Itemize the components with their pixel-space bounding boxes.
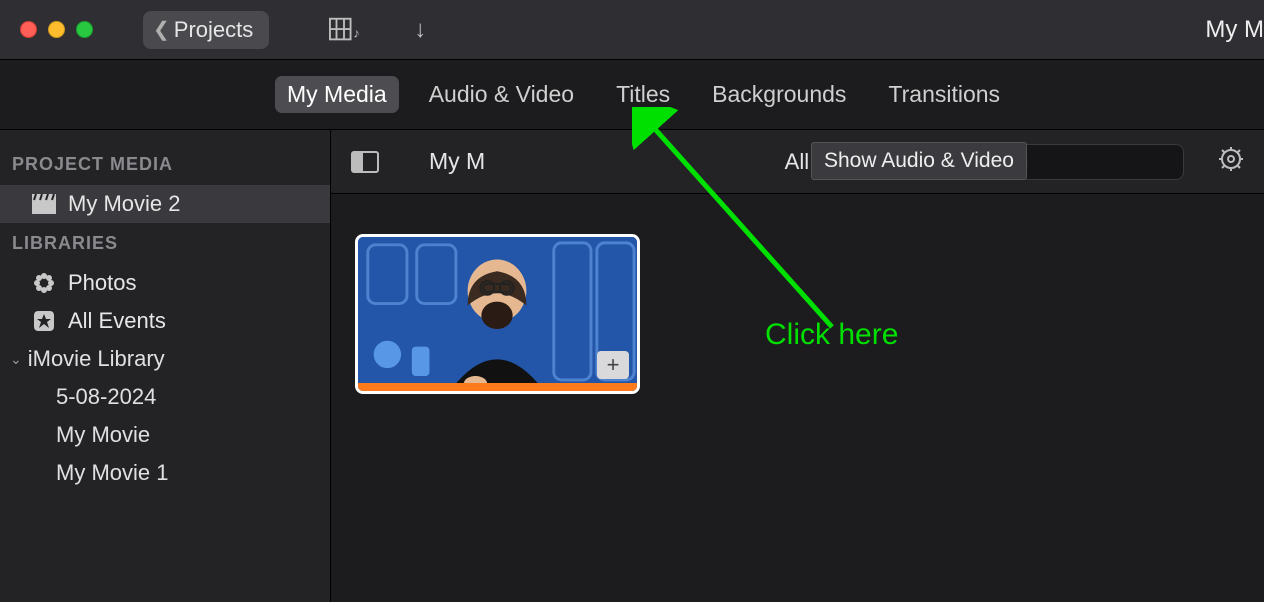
sidebar-item-all-events[interactable]: All Events	[0, 302, 330, 340]
tab-titles[interactable]: Titles	[604, 76, 682, 113]
annotation-label: Click here	[765, 318, 898, 352]
clapperboard-icon	[32, 194, 56, 214]
media-import-icon[interactable]: ♪	[329, 17, 359, 43]
sidebar-project-item[interactable]: My Movie 2	[0, 185, 330, 223]
close-window-icon[interactable]	[20, 21, 37, 38]
tab-my-media[interactable]: My Media	[275, 76, 399, 113]
projects-back-button[interactable]: ❮ Projects	[143, 11, 269, 49]
tab-audio-video[interactable]: Audio & Video	[417, 76, 586, 113]
zoom-window-icon[interactable]	[76, 21, 93, 38]
sidebar-item-label: Photos	[68, 270, 137, 296]
add-clip-button[interactable]: +	[597, 351, 629, 379]
library-tabbar: My Media Audio & Video Titles Background…	[0, 60, 1264, 130]
gear-icon[interactable]	[1218, 146, 1244, 177]
window-titlebar: ❮ Projects ♪ ↓ My M	[0, 0, 1264, 60]
breadcrumb[interactable]: My M	[429, 148, 485, 175]
sidebar-toggle-icon[interactable]	[351, 151, 379, 173]
chevron-left-icon: ❮	[153, 17, 170, 42]
svg-text:♪: ♪	[354, 25, 360, 40]
clip-preview-image	[358, 237, 637, 394]
sidebar-event-item[interactable]: My Movie	[0, 416, 330, 454]
clip-grid: +	[331, 194, 1264, 602]
clip-used-indicator	[358, 383, 637, 391]
chevron-down-icon: ⌄	[10, 351, 22, 368]
sidebar-section-libraries: LIBRARIES	[0, 223, 330, 264]
sidebar-item-photos[interactable]: Photos	[0, 264, 330, 302]
media-toolbar: My M Show Audio & Video All Clips ▲▼	[331, 130, 1264, 194]
tab-backgrounds[interactable]: Backgrounds	[700, 76, 858, 113]
sidebar-item-label: My Movie 2	[68, 191, 180, 217]
window-controls	[20, 21, 93, 38]
star-icon	[32, 310, 56, 332]
minimize-window-icon[interactable]	[48, 21, 65, 38]
sidebar-event-item[interactable]: 5-08-2024	[0, 378, 330, 416]
media-clip-thumbnail[interactable]: +	[355, 234, 640, 394]
sidebar-item-label: All Events	[68, 308, 166, 334]
media-browser: My M Show Audio & Video All Clips ▲▼	[331, 130, 1264, 602]
sidebar-item-label: iMovie Library	[28, 346, 165, 372]
tab-transitions[interactable]: Transitions	[876, 76, 1012, 113]
projects-button-label: Projects	[174, 17, 253, 43]
sidebar-section-project-media: PROJECT MEDIA	[0, 144, 330, 185]
window-title: My M	[1205, 0, 1264, 60]
sidebar-event-item[interactable]: My Movie 1	[0, 454, 330, 492]
sidebar-library-tree-toggle[interactable]: ⌄ iMovie Library	[0, 340, 330, 378]
sidebar: PROJECT MEDIA My Movie 2 LIBRARIES Photo…	[0, 130, 331, 602]
flower-icon	[32, 272, 56, 294]
plus-icon: +	[607, 352, 620, 378]
download-arrow-icon[interactable]: ↓	[414, 16, 426, 44]
tooltip: Show Audio & Video	[811, 142, 1027, 180]
